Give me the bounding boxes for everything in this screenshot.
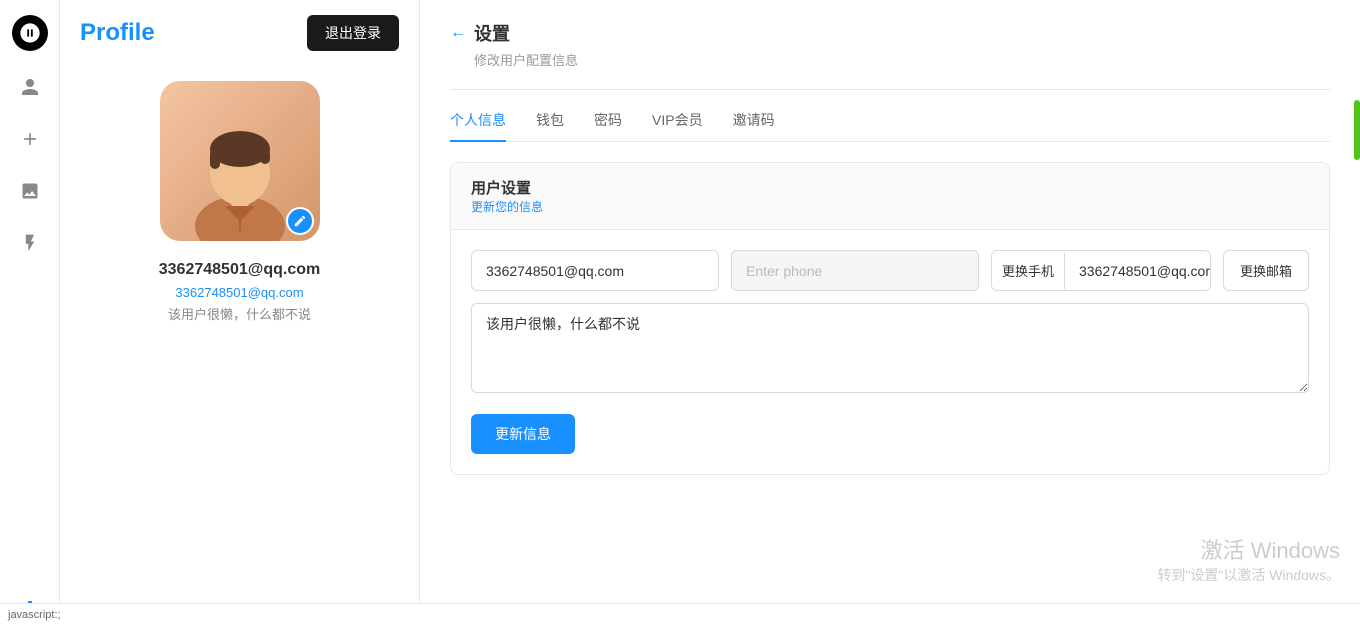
- change-email-button[interactable]: 更换邮箱: [1223, 250, 1309, 291]
- update-button[interactable]: 更新信息: [471, 414, 575, 454]
- settings-card-title: 用户设置: [471, 177, 1309, 198]
- windows-activation: 激活 Windows 转到"设置"以激活 Windows。: [1157, 533, 1340, 585]
- tabs-container: 个人信息 钱包 密码 VIP会员 邀请码: [450, 110, 1330, 142]
- header-divider: [450, 89, 1330, 90]
- change-phone-input[interactable]: [1064, 253, 1211, 289]
- profile-email: 3362748501@qq.com: [159, 261, 320, 279]
- profile-email-sub: 3362748501@qq.com: [175, 285, 303, 300]
- chart-icon[interactable]: [14, 175, 46, 207]
- settings-card-body: 更换手机 更换邮箱 该用户很懒，什么都不说 更新信息: [451, 230, 1329, 474]
- email-input[interactable]: [471, 250, 719, 291]
- status-text: javascript:;: [8, 609, 61, 621]
- tab-wallet[interactable]: 钱包: [536, 110, 564, 142]
- main-content: ← 设置 修改用户配置信息 个人信息 钱包 密码 VIP会员 邀请码 用户设置 …: [420, 0, 1360, 625]
- change-phone-label: 更换手机: [992, 251, 1064, 290]
- windows-activation-title: 激活 Windows: [1157, 533, 1340, 565]
- page-header: ← 设置: [450, 20, 1330, 46]
- phone-input[interactable]: [731, 250, 979, 291]
- windows-activation-subtitle: 转到"设置"以激活 Windows。: [1157, 565, 1340, 585]
- status-bar: javascript:;: [0, 603, 1360, 625]
- page-subtitle: 修改用户配置信息: [450, 50, 1330, 69]
- bolt-icon[interactable]: [14, 227, 46, 259]
- profile-header: Profile 退出登录: [80, 15, 399, 51]
- tab-invite[interactable]: 邀请码: [733, 110, 775, 142]
- avatar-container: [160, 81, 320, 241]
- tab-personal[interactable]: 个人信息: [450, 110, 506, 142]
- add-icon[interactable]: [14, 123, 46, 155]
- bio-textarea[interactable]: 该用户很懒，什么都不说: [471, 303, 1309, 393]
- tab-password[interactable]: 密码: [594, 110, 622, 142]
- avatar-edit-button[interactable]: [286, 207, 314, 235]
- logout-button[interactable]: 退出登录: [307, 15, 399, 51]
- settings-card: 用户设置 更新您的信息 更换手机 更换邮箱 该用户很懒，什么都不说 更新信息: [450, 162, 1330, 475]
- fields-row-1: 更换手机 更换邮箱: [471, 250, 1309, 291]
- icon-bar: [0, 0, 60, 625]
- profile-title: Profile: [80, 19, 155, 47]
- scroll-indicator: [1354, 100, 1360, 160]
- tab-vip[interactable]: VIP会员: [652, 110, 703, 142]
- profile-bio: 该用户很懒，什么都不说: [168, 304, 311, 323]
- change-phone-group: 更换手机: [991, 250, 1211, 291]
- person-icon[interactable]: [14, 71, 46, 103]
- settings-card-subtitle: 更新您的信息: [471, 198, 1309, 215]
- profile-panel: Profile 退出登录: [60, 0, 420, 625]
- settings-card-header: 用户设置 更新您的信息: [451, 163, 1329, 230]
- back-button[interactable]: ←: [450, 24, 466, 42]
- page-title: 设置: [474, 20, 510, 46]
- logo-icon: [12, 15, 48, 51]
